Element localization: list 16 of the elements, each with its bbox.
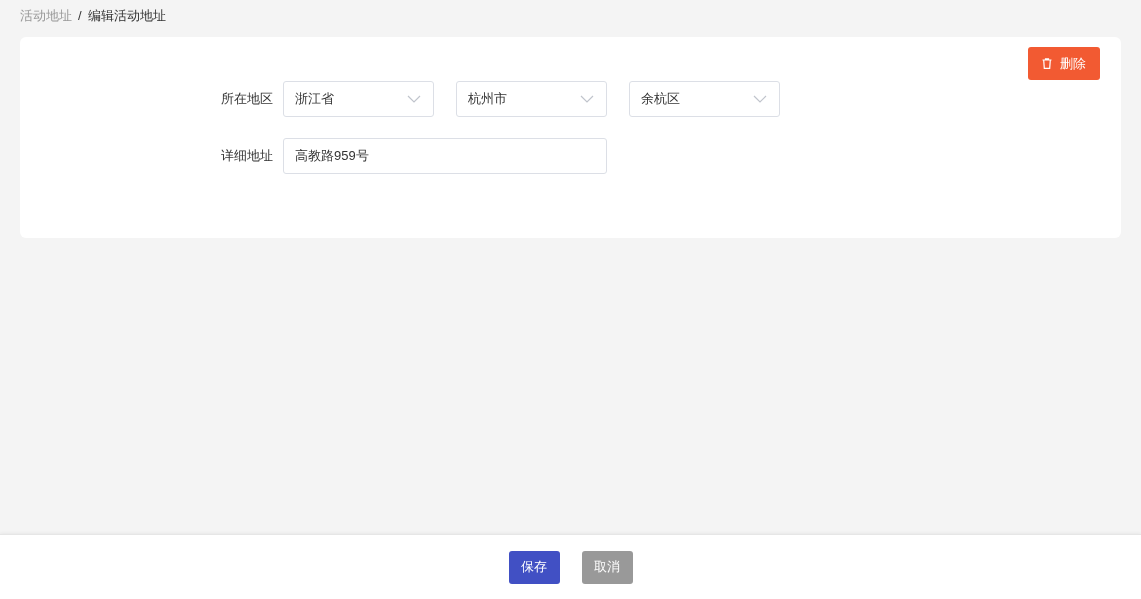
- region-select[interactable]: 浙江省: [283, 81, 434, 117]
- select-value: 余杭区: [641, 90, 680, 109]
- field-label: 所在地区: [220, 90, 274, 109]
- trash-icon: [1042, 58, 1052, 69]
- save-button[interactable]: 保存: [508, 550, 560, 584]
- chevron-down-icon: [753, 95, 767, 103]
- breadcrumb-item: 编辑活动地址: [87, 7, 166, 26]
- region-select[interactable]: 杭州市: [456, 81, 607, 117]
- select-value: 浙江省: [295, 90, 334, 109]
- chevron-down-icon: [580, 95, 594, 103]
- field-label: 详细地址: [220, 147, 274, 166]
- select-value: 杭州市: [468, 90, 507, 109]
- region-select[interactable]: 余杭区: [629, 81, 780, 117]
- breadcrumb-separator: /: [78, 7, 82, 26]
- address-field[interactable]: 高教路959号: [283, 138, 607, 174]
- chevron-down-icon: [407, 95, 421, 103]
